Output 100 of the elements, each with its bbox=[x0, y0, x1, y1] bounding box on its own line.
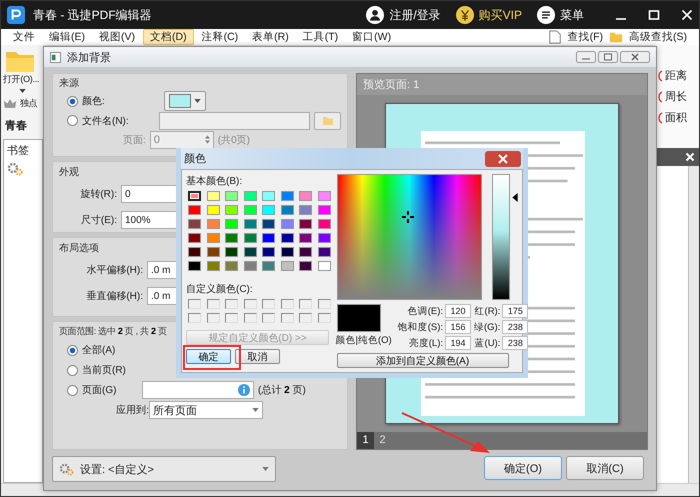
color-swatch[interactable] bbox=[244, 191, 256, 201]
color-swatch[interactable] bbox=[188, 219, 201, 229]
color-swatch[interactable] bbox=[244, 233, 256, 243]
color-swatch[interactable] bbox=[280, 191, 294, 201]
file-name-field[interactable] bbox=[158, 112, 310, 130]
ok-button[interactable]: 确定(O) bbox=[484, 456, 562, 480]
empty-color-slot[interactable] bbox=[280, 313, 294, 323]
color-swatch[interactable] bbox=[225, 247, 238, 257]
value-field[interactable]: 175 bbox=[502, 304, 528, 318]
color-swatch[interactable] bbox=[262, 205, 275, 215]
color-swatch[interactable] bbox=[280, 247, 294, 257]
color-swatch[interactable] bbox=[262, 247, 275, 257]
ok-button[interactable]: 确定 bbox=[186, 349, 231, 364]
empty-color-slot[interactable] bbox=[225, 299, 238, 309]
color-swatch[interactable] bbox=[206, 261, 220, 271]
scrollbar[interactable] bbox=[688, 166, 699, 483]
empty-color-slot[interactable] bbox=[262, 299, 275, 309]
browse-button[interactable] bbox=[314, 112, 341, 130]
color-swatch[interactable] bbox=[318, 219, 330, 229]
color-swatch[interactable] bbox=[318, 205, 330, 215]
color-swatch[interactable] bbox=[299, 261, 312, 271]
menu-item[interactable]: 工具(T) bbox=[296, 30, 344, 44]
color-swatch[interactable] bbox=[188, 233, 201, 243]
color-swatch[interactable] bbox=[280, 261, 294, 271]
range-radio[interactable] bbox=[67, 344, 78, 356]
dropdown-caret-icon[interactable] bbox=[19, 89, 26, 93]
color-swatch[interactable] bbox=[206, 191, 220, 201]
menu-item[interactable]: 文档(D) bbox=[143, 29, 194, 45]
color-swatch[interactable] bbox=[262, 261, 275, 271]
apply-to-dropdown[interactable]: 所有页面 bbox=[149, 401, 263, 419]
color-swatch[interactable] bbox=[188, 247, 201, 257]
menu-item[interactable]: 窗口(W) bbox=[346, 30, 398, 44]
empty-color-slot[interactable] bbox=[188, 299, 201, 309]
menu-item[interactable]: 文件 bbox=[7, 30, 41, 44]
color-swatch[interactable] bbox=[225, 219, 238, 229]
empty-color-slot[interactable] bbox=[299, 299, 312, 309]
color-swatch[interactable] bbox=[188, 205, 201, 215]
empty-color-slot[interactable] bbox=[318, 299, 330, 309]
empty-color-slot[interactable] bbox=[280, 299, 294, 309]
menu-link[interactable]: 菜单 bbox=[560, 6, 584, 24]
measure-tool[interactable]: 距离 bbox=[665, 68, 687, 83]
empty-color-slot[interactable] bbox=[206, 313, 220, 323]
page-tab[interactable]: 1 bbox=[357, 432, 374, 449]
color-swatch[interactable] bbox=[318, 233, 330, 243]
empty-color-slot[interactable] bbox=[206, 299, 220, 309]
measure-tool[interactable]: 面积 bbox=[665, 110, 687, 125]
document-tab[interactable]: 青春 bbox=[5, 118, 27, 133]
menu-item[interactable]: 注释(C) bbox=[196, 30, 244, 44]
color-swatch[interactable] bbox=[244, 219, 256, 229]
empty-color-slot[interactable] bbox=[262, 313, 275, 323]
maximize-icon[interactable] bbox=[648, 9, 660, 21]
empty-color-slot[interactable] bbox=[299, 313, 312, 323]
color-swatch[interactable] bbox=[299, 219, 312, 229]
color-radio[interactable] bbox=[67, 96, 78, 106]
search-menu-item[interactable]: 查找(F) bbox=[562, 30, 609, 44]
color-swatch[interactable] bbox=[299, 191, 312, 201]
pages-field[interactable] bbox=[142, 381, 254, 399]
color-swatch[interactable] bbox=[206, 205, 220, 215]
color-swatch[interactable] bbox=[244, 205, 256, 215]
color-swatch[interactable] bbox=[280, 219, 294, 229]
cancel-button[interactable]: 取消 bbox=[235, 349, 280, 364]
file-radio[interactable] bbox=[67, 115, 78, 126]
luminance-bar[interactable] bbox=[492, 174, 510, 300]
color-swatch[interactable] bbox=[318, 247, 330, 257]
restore-icon[interactable] bbox=[598, 51, 618, 63]
add-to-custom-colors-button[interactable]: 添加到自定义颜色(A) bbox=[336, 353, 508, 368]
range-radio[interactable] bbox=[67, 364, 78, 376]
color-swatch[interactable] bbox=[262, 191, 275, 201]
color-swatch[interactable] bbox=[206, 219, 220, 229]
color-swatch[interactable] bbox=[206, 233, 220, 243]
color-swatch[interactable] bbox=[299, 247, 312, 257]
color-dropdown[interactable] bbox=[164, 91, 206, 111]
login-link[interactable]: 注册/登录 bbox=[389, 6, 441, 24]
color-swatch[interactable] bbox=[244, 261, 256, 271]
color-swatch[interactable] bbox=[225, 261, 238, 271]
value-field[interactable]: 120 bbox=[445, 304, 471, 318]
color-swatch[interactable] bbox=[280, 205, 294, 215]
color-swatch[interactable] bbox=[262, 219, 275, 229]
color-swatch[interactable] bbox=[299, 205, 312, 215]
color-swatch[interactable] bbox=[318, 191, 330, 201]
empty-color-slot[interactable] bbox=[225, 313, 238, 323]
color-swatch[interactable] bbox=[280, 233, 294, 243]
value-field[interactable]: 156 bbox=[445, 320, 471, 334]
color-swatch[interactable] bbox=[188, 191, 201, 201]
color-swatch[interactable] bbox=[244, 247, 256, 257]
buy-vip-link[interactable]: 购买VIP bbox=[478, 6, 522, 24]
color-swatch[interactable] bbox=[299, 233, 312, 243]
color-swatch[interactable] bbox=[225, 205, 238, 215]
color-swatch[interactable] bbox=[225, 233, 238, 243]
pointer-icon[interactable] bbox=[512, 193, 518, 202]
page-tab[interactable]: 2 bbox=[374, 432, 391, 449]
value-field[interactable]: 238 bbox=[502, 336, 528, 350]
settings-dropdown[interactable]: 设置: <自定义> bbox=[52, 456, 276, 482]
range-radio[interactable] bbox=[67, 384, 78, 396]
color-swatch[interactable] bbox=[188, 261, 201, 271]
color-swatch[interactable] bbox=[225, 191, 238, 201]
cancel-button[interactable]: 取消(C) bbox=[566, 456, 644, 480]
color-swatch[interactable] bbox=[318, 261, 330, 271]
color-swatch[interactable] bbox=[262, 233, 275, 243]
measure-tool[interactable]: 周长 bbox=[665, 89, 687, 104]
